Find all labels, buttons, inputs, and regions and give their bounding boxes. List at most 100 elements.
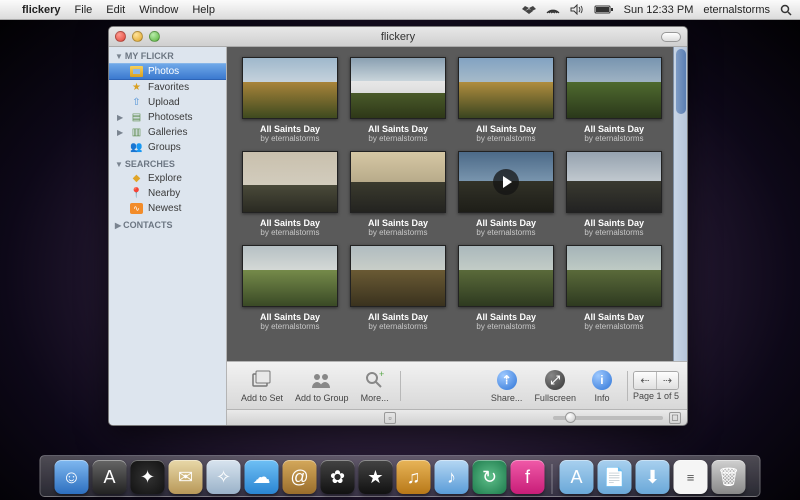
photo-grid: All Saints Dayby eternalstormsAll Saints…: [227, 47, 673, 361]
disclosure-triangle-icon: ▶: [117, 113, 125, 122]
add-to-set-button[interactable]: Add to Set: [235, 368, 289, 403]
info-button[interactable]: i Info: [582, 368, 622, 403]
dock-timemachine[interactable]: ↻: [473, 460, 507, 494]
dock-addressbook[interactable]: @: [283, 460, 317, 494]
up-icon: ⇧: [130, 97, 143, 108]
prev-page-button[interactable]: ⇠: [634, 372, 656, 389]
photo-thumbnail[interactable]: All Saints Dayby eternalstorms: [349, 245, 447, 331]
photo-thumbnail[interactable]: All Saints Dayby eternalstorms: [241, 151, 339, 237]
stack-icon: ▤: [130, 112, 143, 123]
app-menu[interactable]: flickery: [22, 4, 61, 16]
dock-itunes[interactable]: ♪: [435, 460, 469, 494]
sidebar-item-label: Explore: [148, 173, 182, 184]
dock-flickery[interactable]: f: [511, 460, 545, 494]
add-to-group-icon: [308, 368, 336, 392]
play-overlay: [459, 152, 553, 212]
app-window: flickery ▼ MY FLICKRPhotos★Favorites⇧Upl…: [108, 26, 688, 426]
photo-title: All Saints Day: [584, 124, 644, 134]
slider-knob[interactable]: [565, 412, 576, 423]
thumbnail-size-slider[interactable]: [553, 416, 663, 420]
photo-title: All Saints Day: [260, 218, 320, 228]
share-button[interactable]: ⇡ Share...: [485, 368, 529, 403]
photo-thumbnail[interactable]: All Saints Dayby eternalstorms: [457, 245, 555, 331]
dock-safari[interactable]: ✧: [207, 460, 241, 494]
sidebar-item-upload[interactable]: ⇧Upload: [109, 95, 226, 110]
sidebar-item-groups[interactable]: 👥Groups: [109, 140, 226, 155]
dock-folder-docs[interactable]: 📄: [598, 460, 632, 494]
thumbnail-image: [458, 151, 554, 213]
menu-file[interactable]: File: [75, 4, 93, 16]
scroll-thumb[interactable]: [676, 49, 686, 114]
dock-appstore[interactable]: A: [93, 460, 127, 494]
photo-thumbnail[interactable]: All Saints Dayby eternalstorms: [349, 151, 447, 237]
sidebar-item-galleries[interactable]: ▶▥Galleries: [109, 125, 226, 140]
sidebar-section-header[interactable]: ▶ CONTACTS: [109, 216, 226, 232]
photo-thumbnail[interactable]: All Saints Dayby eternalstorms: [241, 245, 339, 331]
next-page-button[interactable]: ⇢: [656, 372, 678, 389]
spotlight-icon[interactable]: [780, 4, 792, 16]
photo-thumbnail[interactable]: All Saints Dayby eternalstorms: [457, 57, 555, 143]
thumbnail-image: [458, 245, 554, 307]
photo-title: All Saints Day: [584, 312, 644, 322]
sidebar-item-photosets[interactable]: ▶ ▤ Photosets: [109, 110, 226, 125]
dock-document[interactable]: ≡: [674, 460, 708, 494]
photo-title: All Saints Day: [260, 124, 320, 134]
traffic-lights: [115, 31, 160, 42]
titlebar[interactable]: flickery: [109, 27, 687, 47]
dock-folder-apps[interactable]: A: [560, 460, 594, 494]
sidebar-item-explore[interactable]: ◆Explore: [109, 171, 226, 186]
photo-thumbnail[interactable]: All Saints Dayby eternalstorms: [565, 57, 663, 143]
dropbox-menulet[interactable]: [522, 4, 536, 16]
battery-icon[interactable]: [594, 4, 614, 15]
scrollbar[interactable]: [673, 47, 687, 361]
dock-ichat[interactable]: ☁: [245, 460, 279, 494]
user-menu[interactable]: eternalstorms: [703, 4, 770, 16]
dock-dashboard[interactable]: ✦: [131, 460, 165, 494]
fullscreen-label: Fullscreen: [534, 393, 576, 403]
dock-mail[interactable]: ✉: [169, 460, 203, 494]
minimize-button[interactable]: [132, 31, 143, 42]
sidebar-item-label: Photosets: [148, 112, 192, 123]
zoom-button[interactable]: [149, 31, 160, 42]
add-to-set-label: Add to Set: [241, 393, 283, 403]
size-small-icon: ▫: [384, 412, 396, 424]
thumbnail-image: [242, 245, 338, 307]
dock-folder-downloads[interactable]: ⬇: [636, 460, 670, 494]
toolbar-separator: [627, 371, 628, 401]
photo-title: All Saints Day: [368, 312, 428, 322]
content-panel: All Saints Dayby eternalstormsAll Saints…: [227, 47, 687, 425]
dock-iphoto[interactable]: ✿: [321, 460, 355, 494]
star-icon: ★: [130, 82, 143, 93]
sidebar-item-label: Nearby: [148, 188, 180, 199]
sidebar-item-photos[interactable]: Photos: [109, 63, 226, 80]
volume-icon[interactable]: [570, 4, 584, 15]
window-title: flickery: [109, 31, 687, 43]
sidebar-item-nearby[interactable]: 📍Nearby: [109, 186, 226, 201]
dock-trash[interactable]: 🗑: [712, 460, 746, 494]
sidebar-item-favorites[interactable]: ★Favorites: [109, 80, 226, 95]
add-to-group-button[interactable]: Add to Group: [289, 368, 355, 403]
fullscreen-button[interactable]: ⤢ Fullscreen: [528, 368, 582, 403]
photo-thumbnail[interactable]: All Saints Dayby eternalstorms: [565, 245, 663, 331]
toolbar-toggle-button[interactable]: [661, 32, 681, 42]
photo-thumbnail[interactable]: All Saints Dayby eternalstorms: [349, 57, 447, 143]
sidebar-item-newest[interactable]: ∿Newest: [109, 201, 226, 216]
menu-window[interactable]: Window: [139, 4, 178, 16]
clock[interactable]: Sun 12:33 PM: [624, 4, 694, 16]
sidebar-section-header[interactable]: ▼ SEARCHES: [109, 155, 226, 171]
dock-imovie[interactable]: ★: [359, 460, 393, 494]
menu-edit[interactable]: Edit: [106, 4, 125, 16]
photo-thumbnail[interactable]: All Saints Dayby eternalstorms: [241, 57, 339, 143]
more-button[interactable]: + More...: [355, 368, 395, 403]
photos-icon: [130, 66, 143, 77]
photo-thumbnail[interactable]: All Saints Dayby eternalstorms: [457, 151, 555, 237]
photo-author: by eternalstorms: [260, 134, 319, 143]
sidebar: ▼ MY FLICKRPhotos★Favorites⇧Upload ▶ ▤ Phot…: [109, 47, 227, 425]
dock-finder[interactable]: ☺: [55, 460, 89, 494]
close-button[interactable]: [115, 31, 126, 42]
airport-icon[interactable]: [546, 4, 560, 15]
menu-help[interactable]: Help: [192, 4, 215, 16]
dock-garageband[interactable]: ♫: [397, 460, 431, 494]
photo-thumbnail[interactable]: All Saints Dayby eternalstorms: [565, 151, 663, 237]
sidebar-section-header[interactable]: ▼ MY FLICKR: [109, 47, 226, 63]
